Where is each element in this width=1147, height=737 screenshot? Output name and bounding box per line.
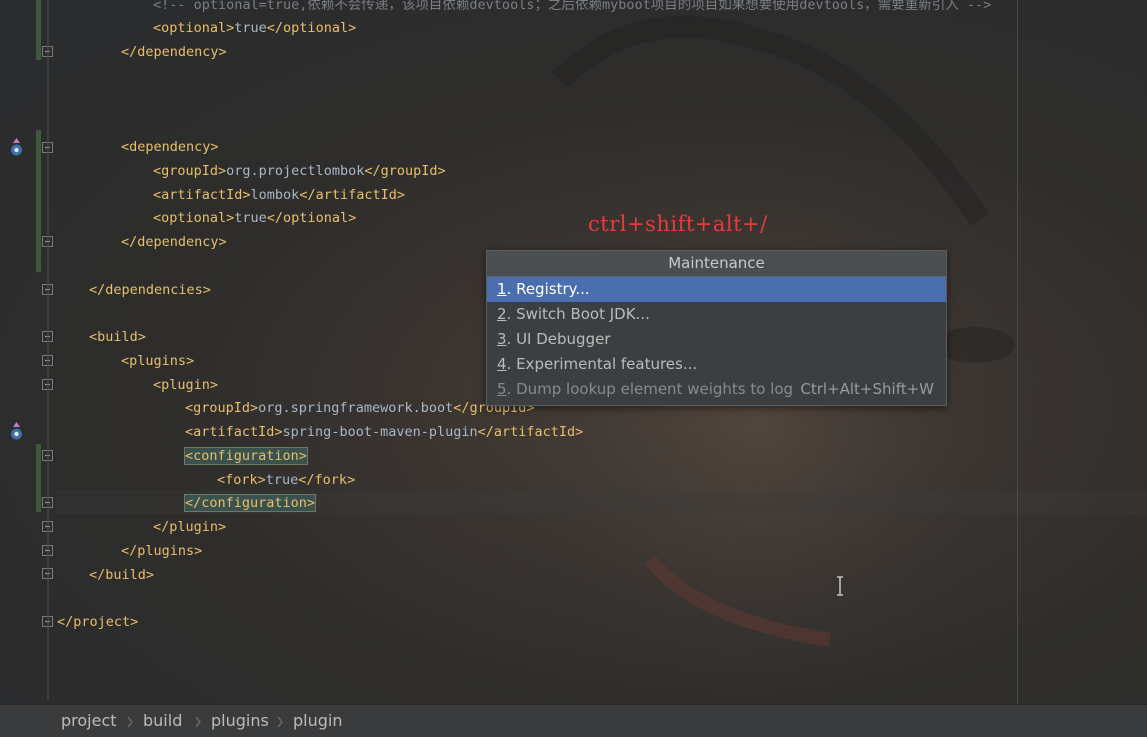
code-line[interactable]: </build>: [89, 566, 154, 584]
xml-tag-token: <optional>: [153, 210, 235, 226]
code-line[interactable]: </dependency>: [121, 233, 227, 251]
menu-item-label: . Dump lookup element weights to log: [506, 380, 794, 398]
text-token: org.springframework.boot: [258, 400, 454, 416]
menu-item-label: . UI Debugger: [506, 330, 611, 348]
xml-tag-token: <dependency>: [121, 139, 219, 155]
text-token: true: [265, 472, 299, 488]
override-marker-icon[interactable]: [9, 137, 24, 157]
xml-tag-token: </groupId>: [364, 163, 446, 179]
menu-item-shortcut: Ctrl+Alt+Shift+W: [800, 380, 934, 398]
xml-tag-token: <plugins>: [121, 353, 195, 369]
menu-item-mnemonic: 1: [497, 280, 507, 298]
fold-guide-line: [47, 0, 49, 700]
xml-tag-token: </build>: [89, 567, 155, 583]
vcs-change-marker[interactable]: [36, 130, 41, 272]
code-line[interactable]: </plugins>: [121, 542, 202, 560]
code-line[interactable]: </plugin>: [153, 518, 226, 536]
xml-tag-token: <fork>: [217, 472, 266, 488]
code-line[interactable]: <!-- optional=true,依赖不会传递，该项目依赖devtools；…: [153, 0, 991, 14]
text-token: true: [234, 20, 267, 36]
xml-tag-token: </dependency>: [121, 44, 227, 60]
menu-item-mnemonic: 2: [497, 305, 507, 323]
breadcrumb-item-plugins[interactable]: plugins: [211, 711, 269, 730]
code-line[interactable]: </project>: [57, 613, 138, 631]
menu-item-mnemonic: 3: [497, 330, 507, 348]
xml-tag-token: <groupId>: [153, 163, 227, 179]
code-line[interactable]: </configuration>: [183, 494, 317, 512]
breadcrumb-item-build[interactable]: build: [143, 711, 182, 730]
text-token: lombok: [250, 187, 300, 203]
xml-tag-token: </dependency>: [121, 234, 227, 250]
code-line[interactable]: <groupId>org.springframework.boot</group…: [185, 399, 535, 417]
xml-tag-token: </plugin>: [153, 519, 227, 535]
xml-tag-token: </project>: [57, 614, 139, 630]
override-marker-icon[interactable]: [9, 421, 24, 441]
code-line[interactable]: <artifactId>lombok</artifactId>: [153, 186, 405, 204]
code-line[interactable]: <build>: [89, 328, 146, 346]
xml-tag-token: </artifactId>: [477, 424, 584, 440]
breadcrumb: project build plugins plugin: [0, 704, 1147, 737]
menu-item-mnemonic: 5: [497, 380, 507, 398]
menu-item-mnemonic: 4: [497, 355, 507, 373]
maintenance-popup[interactable]: Maintenance 1. Registry... 2. Switch Boot…: [486, 250, 947, 406]
code-line[interactable]: <dependency>: [121, 138, 219, 156]
xml-tag-token: </optional>: [266, 20, 357, 36]
code-line[interactable]: <artifactId>spring-boot-maven-plugin</ar…: [185, 423, 583, 441]
menu-item-label: . Switch Boot JDK...: [506, 305, 650, 323]
xml-tag-token: </plugins>: [121, 543, 203, 559]
popup-title: Maintenance: [487, 251, 946, 277]
xml-tag-token: <artifactId>: [153, 187, 251, 203]
popup-menu-item[interactable]: 4. Experimental features...: [487, 352, 946, 377]
code-line[interactable]: </dependencies>: [89, 281, 211, 299]
breadcrumb-item-project[interactable]: project: [61, 711, 117, 730]
xml-tag-token: <optional>: [153, 20, 235, 36]
code-line[interactable]: <groupId>org.projectlombok</groupId>: [153, 162, 446, 180]
shortcut-hint-text: ctrl+shift+alt+/: [588, 212, 768, 236]
xml-tag-token: <build>: [89, 329, 146, 345]
text-token: spring-boot-maven-plugin: [282, 424, 478, 440]
xml-tag-token: </optional>: [266, 210, 357, 226]
xml-tag-token: </configuration>: [183, 494, 317, 512]
text-token: true: [234, 210, 267, 226]
xml-tag-token: <groupId>: [185, 400, 259, 416]
code-line[interactable]: <plugins>: [121, 352, 194, 370]
breadcrumb-separator-icon: [195, 716, 201, 728]
text-cursor-icon: [837, 576, 843, 596]
popup-menu-item[interactable]: 3. UI Debugger: [487, 327, 946, 352]
menu-item-label: . Registry...: [506, 280, 590, 298]
code-line[interactable]: <configuration>: [184, 447, 308, 465]
xml-tag-token: <plugin>: [153, 377, 219, 393]
xml-tag-token: <configuration>: [184, 447, 308, 465]
code-line[interactable]: <plugin>: [153, 376, 218, 394]
code-line[interactable]: <fork>true</fork>: [217, 471, 355, 489]
xml-tag-token: </fork>: [298, 472, 356, 488]
breadcrumb-item-plugin[interactable]: plugin: [293, 711, 342, 730]
xml-tag-token: <artifactId>: [185, 424, 283, 440]
right-margin-guide: [1017, 0, 1018, 704]
xml-tag-token: </dependencies>: [89, 282, 211, 298]
comment-token: <!-- optional=true,依赖不会传递，该项目依赖devtools；…: [153, 0, 992, 13]
code-line[interactable]: </dependency>: [121, 43, 227, 61]
code-line[interactable]: <optional>true</optional>: [153, 209, 356, 227]
popup-menu-item[interactable]: 5. Dump lookup element weights to log Ctr…: [487, 377, 946, 402]
popup-menu-item[interactable]: 2. Switch Boot JDK...: [487, 302, 946, 327]
breadcrumb-separator-icon: [127, 716, 133, 728]
vcs-change-marker[interactable]: [36, 0, 41, 60]
code-line[interactable]: <optional>true</optional>: [153, 19, 356, 37]
text-token: org.projectlombok: [226, 163, 365, 179]
breadcrumb-separator-icon: [277, 716, 283, 728]
menu-item-label: . Experimental features...: [506, 355, 698, 373]
xml-tag-token: </artifactId>: [299, 187, 405, 203]
popup-menu-item[interactable]: 1. Registry...: [487, 277, 946, 302]
vcs-change-marker[interactable]: [36, 444, 41, 512]
